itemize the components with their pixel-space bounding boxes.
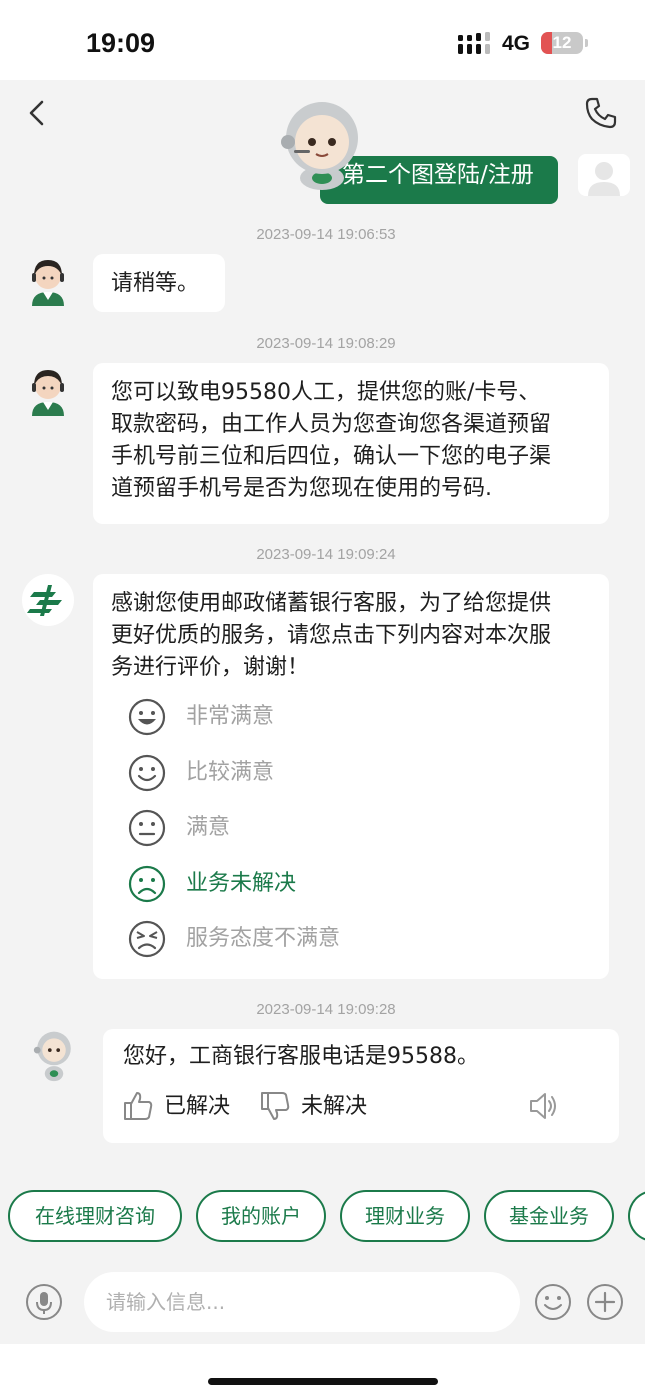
- message-input[interactable]: [84, 1272, 520, 1332]
- system-message-bubble: 感谢您使用邮政储蓄银行客服，为了给您提供 更好优质的服务，请您点击下列内容对本次…: [93, 574, 609, 979]
- robot-mascot-icon: [281, 102, 358, 190]
- angry-face-icon: [128, 920, 166, 958]
- phone-icon[interactable]: [584, 96, 618, 130]
- quick-reply-online-wealth-consult[interactable]: 在线理财咨询: [8, 1190, 182, 1242]
- quick-reply-more[interactable]: [628, 1190, 645, 1242]
- user-avatar-icon: [588, 162, 620, 196]
- message-timestamp: 2023-09-14 19:08:29: [256, 335, 396, 352]
- rating-label: 业务未解决: [186, 871, 297, 896]
- user-message-text: 第二个图登陆/注册: [342, 162, 534, 188]
- sad-face-icon: [128, 865, 166, 903]
- thumbs-up-icon: [124, 1092, 153, 1120]
- message-text: 请稍等。: [111, 271, 200, 296]
- message-line: 务进行评价，谢谢！: [111, 655, 310, 680]
- message-line: 取款密码，由工作人员为您查询您各渠道预留: [111, 412, 552, 437]
- signal-icon: [458, 32, 490, 54]
- bottom-safe-area: [0, 1344, 645, 1398]
- bot-message-bubble: 您好，工商银行客服电话是95588。: [103, 1029, 619, 1143]
- message-text: 您好，工商银行客服电话是95588。: [123, 1044, 479, 1069]
- status-time: 19:09: [86, 28, 156, 58]
- grin-face-icon: [128, 698, 166, 736]
- battery-level: 12: [552, 33, 572, 52]
- user-avatar: [578, 154, 630, 196]
- resolved-label: 已解决: [164, 1094, 231, 1119]
- message-timestamp: 2023-09-14 19:09:28: [256, 1001, 396, 1018]
- agent-avatar: [32, 370, 64, 416]
- quick-reply-fund-business[interactable]: 基金业务: [484, 1190, 614, 1242]
- agent-message-bubble: 您可以致电95580人工，提供您的账/卡号、 取款密码，由工作人员为您查询您各渠…: [93, 363, 609, 524]
- speaker-icon[interactable]: [527, 1090, 559, 1122]
- message-timestamp: 2023-09-14 19:06:53: [256, 226, 396, 243]
- network-type: 4G: [502, 32, 531, 55]
- chevron-left-icon[interactable]: [24, 98, 52, 128]
- message-line: 手机号前三位和后四位，确认一下您的电子渠: [111, 444, 552, 469]
- smile-face-icon: [128, 754, 166, 792]
- emoji-icon[interactable]: [534, 1283, 572, 1321]
- plus-icon[interactable]: [586, 1283, 624, 1321]
- microphone-icon[interactable]: [25, 1283, 63, 1321]
- message-timestamp: 2023-09-14 19:09:24: [256, 546, 396, 563]
- quick-reply-wealth-business[interactable]: 理财业务: [340, 1190, 470, 1242]
- postal-bank-logo-icon: [22, 574, 74, 626]
- agent-avatar: [32, 260, 64, 306]
- battery-tip: [585, 39, 588, 47]
- robot-mascot-avatar: [33, 1031, 71, 1082]
- rating-label: 比较满意: [186, 760, 275, 785]
- status-bar: 19:09 4G 12: [0, 0, 645, 80]
- message-line: 感谢您使用邮政储蓄银行客服，为了给您提供: [111, 591, 552, 616]
- message-line: 道预留手机号是否为您现在使用的号码.: [111, 476, 492, 501]
- rating-label: 非常满意: [186, 704, 275, 729]
- rating-label: 满意: [186, 815, 231, 840]
- message-line: 更好优质的服务，请您点击下列内容对本次服: [111, 623, 552, 648]
- rating-label: 服务态度不满意: [186, 926, 341, 951]
- quick-reply-my-account[interactable]: 我的账户: [196, 1190, 326, 1242]
- unresolved-label: 未解决: [301, 1094, 368, 1119]
- message-line: 您可以致电95580人工，提供您的账/卡号、: [111, 380, 541, 405]
- thumbs-down-icon: [261, 1092, 290, 1120]
- agent-message-bubble: 请稍等。: [93, 254, 225, 312]
- home-indicator[interactable]: [208, 1378, 438, 1385]
- battery-icon: 12: [541, 32, 583, 54]
- neutral-face-icon: [128, 809, 166, 847]
